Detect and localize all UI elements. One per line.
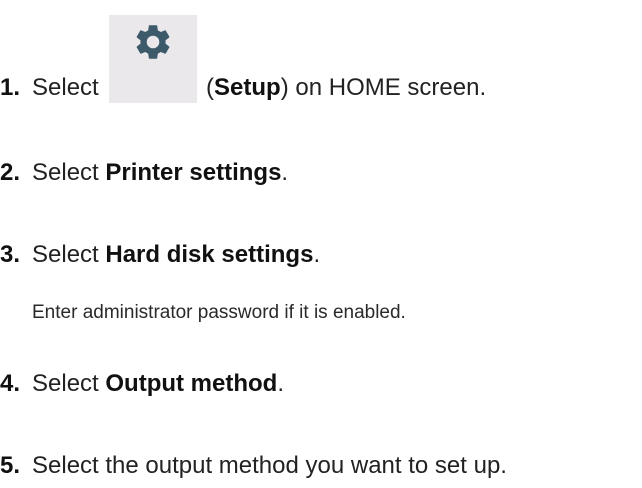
- step-text: Select (Setup) on HOME screen.: [32, 15, 487, 103]
- printer-settings-label: Printer settings: [105, 159, 282, 186]
- paren-close: ): [280, 74, 289, 101]
- step-text-before: Select: [32, 74, 99, 101]
- step-text-before: Select: [32, 241, 106, 268]
- step-1: 1. Select (Setup) on HOME screen.: [0, 15, 487, 103]
- step-text: Select Printer settings.: [32, 159, 288, 187]
- output-method-label: Output method: [105, 370, 278, 397]
- step-text-after: on HOME screen.: [288, 74, 487, 101]
- paren-open: (: [206, 74, 215, 101]
- step-text: Select Hard disk settings.: [32, 241, 320, 269]
- step-text-before: Select: [32, 159, 106, 186]
- step-text-after: .: [281, 159, 289, 186]
- step-number: 1.: [0, 74, 21, 101]
- step-number: 3.: [0, 241, 21, 268]
- step-text: Select the output method you want to set…: [32, 452, 507, 480]
- setup-gear-icon-box: [109, 15, 198, 103]
- step-text-before: Select the output method you want to set…: [32, 452, 507, 479]
- hard-disk-settings-label: Hard disk settings: [105, 241, 314, 268]
- step-4: 4. Select Output method.: [0, 370, 284, 398]
- step-text: Select Output method.: [32, 370, 284, 398]
- step-5: 5. Select the output method you want to …: [0, 452, 507, 480]
- step-3: 3. Select Hard disk settings.: [0, 241, 320, 269]
- step-3-note: Enter administrator password if it is en…: [32, 302, 406, 323]
- gear-icon: [137, 25, 170, 59]
- step-number: 5.: [0, 452, 21, 479]
- step-text-after: .: [277, 370, 285, 397]
- step-text-before: Select: [32, 370, 106, 397]
- step-text-after: .: [313, 241, 321, 268]
- setup-label: Setup: [214, 74, 281, 101]
- step-number: 4.: [0, 370, 21, 397]
- step-2: 2. Select Printer settings.: [0, 159, 288, 187]
- step-number: 2.: [0, 159, 21, 186]
